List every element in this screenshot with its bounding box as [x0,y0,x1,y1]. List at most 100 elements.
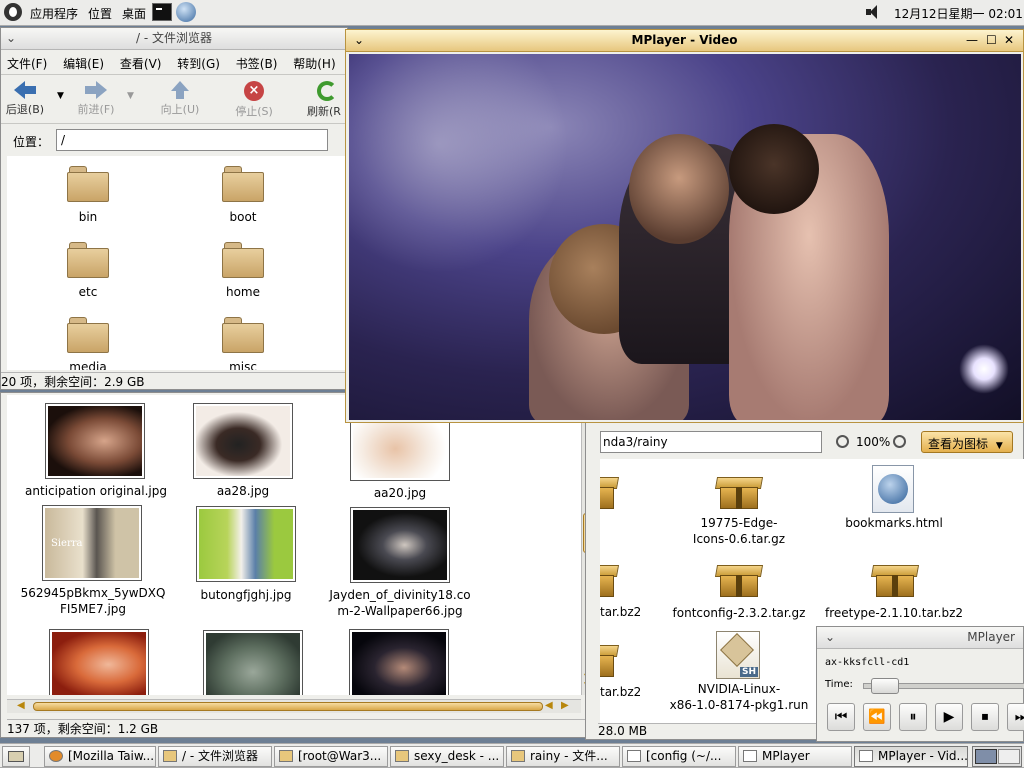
window-menu-icon[interactable]: ⌄ [825,627,835,648]
folder-icon[interactable] [67,242,109,278]
rewind-icon[interactable]: ⏪ [863,703,891,731]
file-label[interactable]: fontconfig-2.3.2.tar.gz [659,605,819,621]
applications-menu[interactable]: 应用程序 [30,5,78,22]
horizontal-scrollbar[interactable]: ◀ ◀ ▶ [7,699,581,713]
taskbar-item-mozilla[interactable]: [Mozilla Taiw... [44,746,156,767]
package-icon[interactable] [600,471,620,511]
folder-label-misc[interactable]: misc [183,360,303,370]
minimize-icon[interactable]: — [966,30,978,51]
image-thumbnail[interactable] [203,630,303,695]
image-thumbnail[interactable] [193,403,293,479]
web-browser-icon[interactable] [176,2,196,22]
package-icon[interactable] [600,639,620,679]
folder-icon[interactable] [222,317,264,353]
menu-bookmarks[interactable]: 书签(B) [236,57,278,71]
seek-slider[interactable] [863,678,1024,694]
hscroll-thumb[interactable] [33,702,543,711]
file-label[interactable]: bookmarks.html [814,515,974,531]
window-menu-icon[interactable]: ⌄ [6,28,16,49]
folder-label-home[interactable]: home [183,285,303,299]
folder-label-bin[interactable]: bin [28,210,148,224]
image-label[interactable]: aa28.jpg [163,483,323,499]
image-thumbnail[interactable] [196,506,296,582]
zoom-out-icon[interactable] [836,435,849,448]
gnome-foot-icon[interactable] [4,3,22,21]
stop-icon[interactable]: ⏹ [971,703,999,731]
package-icon[interactable] [870,559,920,599]
taskbar-item-rainy[interactable]: rainy - 文件... [506,746,620,767]
menu-go[interactable]: 转到(G) [177,57,220,71]
location-input[interactable]: / [56,129,328,151]
file-label[interactable]: 19775-Edge- Icons-0.6.tar.gz [659,515,819,547]
zoom-level[interactable]: 100% [856,435,890,449]
seek-handle[interactable] [871,678,899,694]
file-label[interactable]: tar.bz2 [600,605,640,619]
menu-help[interactable]: 帮助(H) [293,57,335,71]
stop-button[interactable]: × 停止(S) [229,81,279,119]
package-icon[interactable] [714,559,764,599]
desktop-menu[interactable]: 桌面 [122,5,146,22]
folder-icon[interactable] [67,166,109,202]
title-bar[interactable]: ⌄ MPlayer - Video — ☐ ✕ [346,30,1023,52]
terminal-icon[interactable] [152,3,172,21]
menu-edit[interactable]: 编辑(E) [63,57,104,71]
location-input[interactable]: nda3/rainy [600,431,822,453]
folder-icon[interactable] [222,166,264,202]
zoom-in-icon[interactable] [893,435,906,448]
back-dropdown-icon[interactable]: ▼ [57,91,64,101]
folder-icon[interactable] [67,317,109,353]
file-label[interactable]: freetype-2.1.10.tar.bz2 [814,605,974,621]
previous-track-icon[interactable]: ⏮ [827,703,855,731]
close-icon[interactable]: ✕ [1004,30,1014,51]
file-label[interactable]: tar.bz2 [600,685,640,699]
title-bar[interactable]: ⌄ / - 文件浏览器 [1,28,347,50]
menu-view[interactable]: 查看(V) [120,57,162,71]
image-label[interactable]: butongfjghj.jpg [166,587,326,603]
image-label[interactable]: Jayden_of_divinity18.co m-2-Wallpaper66.… [320,587,480,619]
image-thumbnail[interactable] [45,403,145,479]
pause-icon[interactable]: ⏸ [899,703,927,731]
maximize-icon[interactable]: ☐ [986,30,997,51]
folder-label-media[interactable]: media [28,360,148,370]
folder-icon[interactable] [222,242,264,278]
play-icon[interactable]: ▶ [935,703,963,731]
workspace-switcher[interactable] [972,746,1022,767]
video-frame[interactable] [349,54,1021,420]
package-icon[interactable] [600,559,620,599]
volume-icon[interactable] [866,5,878,19]
image-label[interactable]: aa20.jpg [320,485,480,501]
title-bar[interactable]: ⌄ MPlayer [817,627,1023,649]
scroll-left-icon[interactable]: ◀ [545,700,553,711]
menu-file[interactable]: 文件(F) [7,57,47,71]
folder-label-boot[interactable]: boot [183,210,303,224]
forward-button[interactable]: 前进(F) [73,81,119,117]
scroll-right-icon[interactable]: ▶ [561,700,569,711]
places-menu[interactable]: 位置 [88,5,112,22]
taskbar-item-terminal[interactable]: [root@War3... [274,746,388,767]
shell-script-icon[interactable]: SH [716,631,760,679]
image-thumbnail[interactable] [350,507,450,583]
image-thumbnail[interactable] [349,629,449,695]
back-button[interactable]: 后退(B) [3,81,47,117]
taskbar-item-mplayer-video[interactable]: MPlayer - Vid... [854,746,968,767]
refresh-button[interactable]: 刷新(R [303,81,347,119]
folder-label-etc[interactable]: etc [28,285,148,299]
image-thumbnail[interactable] [49,629,149,695]
clock[interactable]: 12月12日星期一 02:01 [894,5,1023,22]
taskbar-item-sexy-desk[interactable]: sexy_desk - ... [390,746,504,767]
image-label[interactable]: 562945pBkmx_5ywDXQ FI5ME7.jpg [13,585,173,617]
html-file-icon[interactable] [872,465,914,513]
file-label[interactable]: NVIDIA-Linux- x86-1.0-8174-pkg1.run [659,681,819,713]
scroll-left-icon[interactable]: ◀ [17,700,25,711]
window-menu-icon[interactable]: ⌄ [354,30,364,51]
image-thumbnail[interactable]: Sierra [42,505,142,581]
image-label[interactable]: anticipation original.jpg [16,483,176,499]
taskbar-item-file-browser[interactable]: / - 文件浏览器 [158,746,272,767]
taskbar-item-config[interactable]: [config (~/... [622,746,736,767]
package-icon[interactable] [714,471,764,511]
view-as-button[interactable]: 查看为图标 ▼ [921,431,1013,453]
next-track-icon[interactable]: ⏭ [1007,703,1024,731]
forward-dropdown-icon[interactable]: ▼ [127,91,134,101]
show-desktop-icon[interactable] [2,746,30,767]
taskbar-item-mplayer[interactable]: MPlayer [738,746,852,767]
